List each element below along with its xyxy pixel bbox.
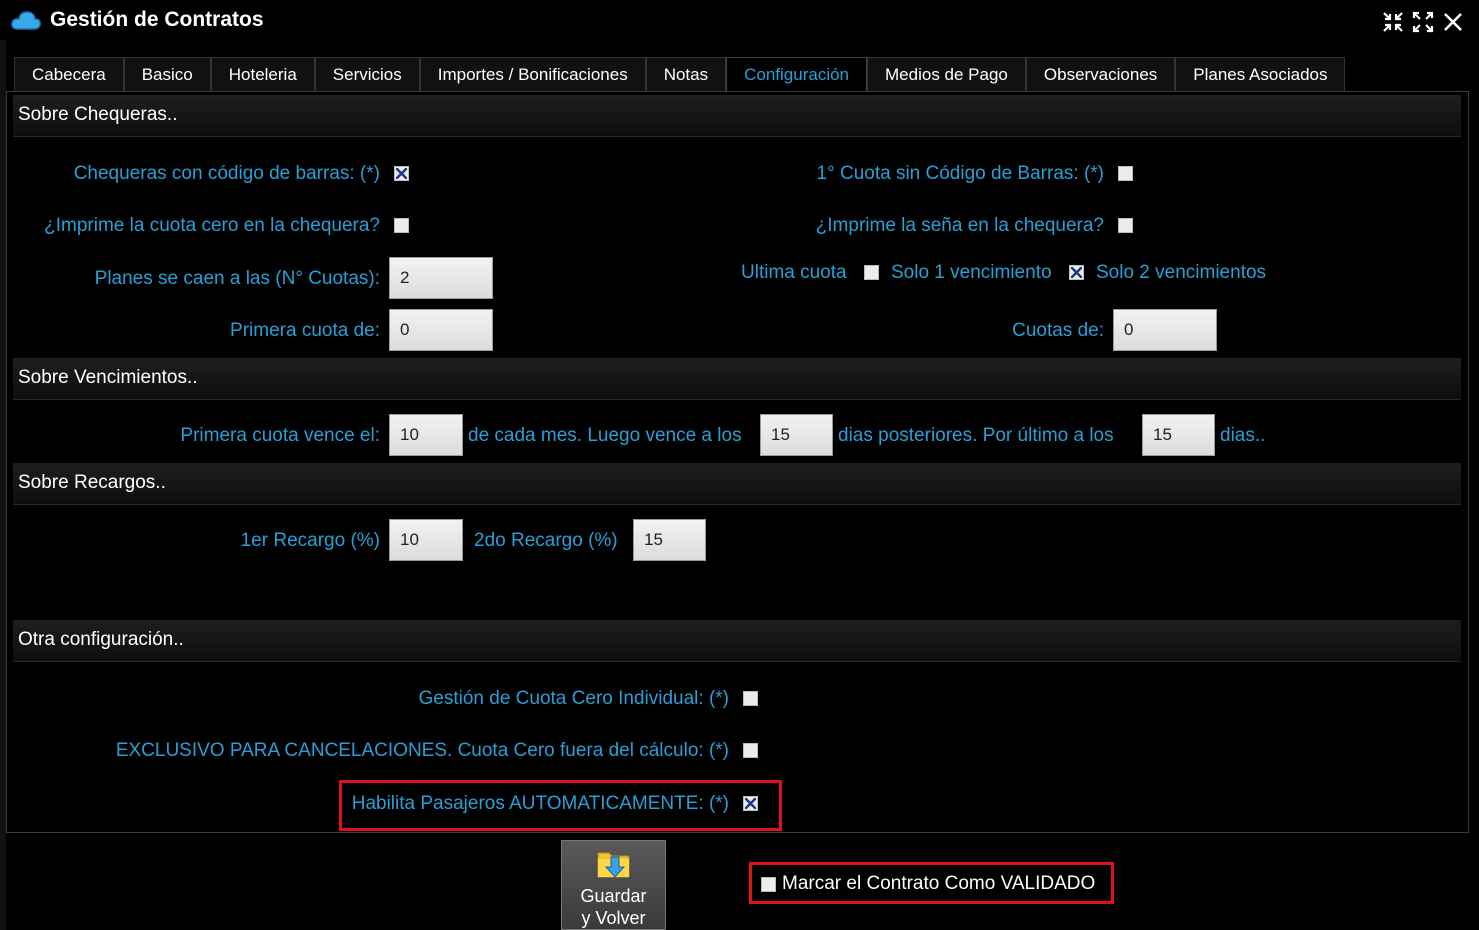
tab-servicios[interactable]: Servicios [314,57,420,91]
primera-cuota-label: Primera cuota de: [230,320,380,341]
imprime-sena-label: ¿Imprime la seña en la chequera? [815,215,1104,236]
tab-bar: Cabecera Basico Hoteleria Servicios Impo… [14,57,1346,91]
imprime-sena-checkbox[interactable] [1118,218,1133,233]
recargo2-input[interactable]: 15 [633,519,706,561]
collapse-icon[interactable] [1382,11,1404,33]
solo1-label: Solo 1 vencimiento [891,262,1052,283]
tab-configuracion[interactable]: Configuración [726,57,868,91]
cuotas-de-label: Cuotas de: [1012,320,1104,341]
exclusivo-cancelaciones-label: EXCLUSIVO PARA CANCELACIONES. Cuota Cero… [115,740,729,761]
recargo2-label: 2do Recargo (%) [474,530,618,551]
section-otra-header: Otra configuración.. [13,620,1461,662]
configuracion-panel [6,91,1469,833]
validado-checkbox[interactable] [761,877,776,892]
folder-download-icon [597,852,630,878]
cuotas-de-input[interactable]: 0 [1113,309,1217,351]
recargo1-label: 1er Recargo (%) [240,530,380,551]
tab-cabecera[interactable]: Cabecera [14,57,124,91]
save-button-label: Guardar y Volver [580,886,647,928]
cuota-cero-individual-checkbox[interactable] [743,691,758,706]
ultima-cuota-label: Ultima cuota [741,262,847,283]
primera-sin-codigo-label: 1° Cuota sin Código de Barras: (*) [816,163,1104,184]
codigo-barras-label: Chequeras con código de barras: (*) [73,163,380,184]
luego-vence-input[interactable]: 15 [760,414,833,456]
tab-notas[interactable]: Notas [645,57,727,91]
section-vencimientos-header: Sobre Vencimientos.. [13,358,1461,400]
solo2-label: Solo 2 vencimientos [1096,262,1267,283]
primera-cuota-input[interactable]: 0 [389,309,493,351]
dias-posteriores-label: dias posteriores. Por último a los [838,425,1114,446]
codigo-barras-checkbox[interactable] [394,166,409,181]
habilita-pasajeros-checkbox[interactable] [743,796,758,811]
ultimo-vence-input[interactable]: 15 [1142,414,1215,456]
section-recargos-header: Sobre Recargos.. [13,463,1461,505]
section-chequeras-header: Sobre Chequeras.. [13,95,1461,137]
habilita-pasajeros-label: Habilita Pasajeros AUTOMATICAMENTE: (*) [351,793,729,814]
tab-importes-bonificaciones[interactable]: Importes / Bonificaciones [419,57,646,91]
primera-sin-codigo-checkbox[interactable] [1118,166,1133,181]
tab-observaciones[interactable]: Observaciones [1025,57,1176,91]
close-icon[interactable] [1442,11,1464,33]
tab-planes-asociados[interactable]: Planes Asociados [1175,57,1346,91]
recargo1-input[interactable]: 10 [389,519,463,561]
cada-mes-label: de cada mes. Luego vence a los [468,425,742,446]
cloud-icon [11,11,41,30]
expand-icon[interactable] [1412,11,1434,33]
planes-caen-input[interactable]: 2 [389,257,493,299]
tab-medios-de-pago[interactable]: Medios de Pago [867,57,1026,91]
save-and-return-button[interactable]: Guardar y Volver [561,840,666,930]
ultima-cuota-checkbox[interactable] [864,265,879,280]
solo1-checkbox[interactable] [1069,265,1084,280]
dias-label: dias.. [1220,425,1266,446]
primera-vence-label: Primera cuota vence el: [180,425,380,446]
imprime-cuota-cero-label: ¿Imprime la cuota cero en la chequera? [44,215,380,236]
primera-vence-input[interactable]: 10 [389,414,463,456]
validado-label: Marcar el Contrato Como VALIDADO [782,873,1096,894]
imprime-cuota-cero-checkbox[interactable] [394,218,409,233]
exclusivo-cancelaciones-checkbox[interactable] [743,743,758,758]
window-title: Gestión de Contratos [50,8,264,31]
cuota-cero-individual-label: Gestión de Cuota Cero Individual: (*) [418,688,730,709]
tab-hoteleria[interactable]: Hoteleria [210,57,315,91]
tab-basico[interactable]: Basico [123,57,211,91]
planes-caen-label: Planes se caen a las (N° Cuotas): [94,268,380,289]
